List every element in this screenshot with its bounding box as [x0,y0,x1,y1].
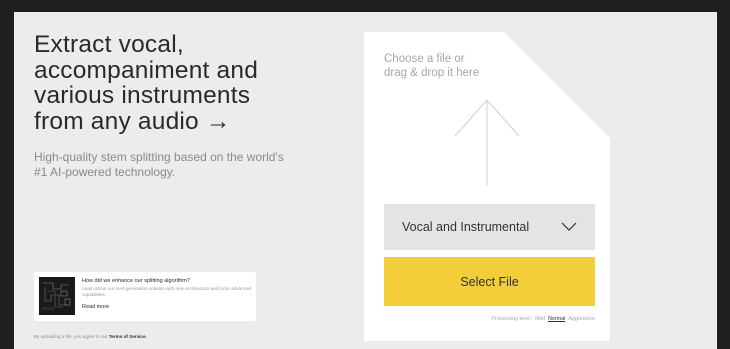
promo-title: How did we enhance our splitting algorit… [82,278,190,284]
promo-card[interactable]: How did we enhance our splitting algorit… [34,272,256,321]
prompt-line: Choose a file or [384,53,465,65]
select-file-button[interactable]: Select File [384,257,595,306]
separation-type-select[interactable]: Vocal and Instrumental [384,204,595,250]
arrow-up-icon [454,99,520,186]
hero-subtitle: High-quality stem splitting based on the… [34,150,284,179]
headline-line: from any audio → [34,107,231,135]
article-thumbnail-icon [39,277,75,315]
terms-prefix: By uploading a file, you agree to our [34,334,108,339]
terms-notice: By uploading a file, you agree to our Te… [34,334,147,339]
level-option-mild[interactable]: Mild [535,316,545,322]
headline-line: accompaniment and [34,56,259,84]
level-option-normal[interactable]: Normal [548,316,565,322]
read-more-link[interactable]: Read more [82,304,109,310]
level-option-aggressive[interactable]: Aggressive [568,316,595,322]
processing-level-label: Processing level: [491,316,533,322]
page-frame: Extract vocal, accompaniment and various… [14,12,717,349]
terms-of-service-link[interactable]: Terms of Service. [109,334,147,339]
separation-type-value: Vocal and Instrumental [402,220,530,234]
processing-level-selector: Processing level: Mild Normal Aggressive [491,316,595,322]
drop-zone-prompt: Choose a file or drag & drop it here [384,52,524,80]
chevron-down-icon [561,222,577,231]
headline-line: various instruments [34,82,251,109]
hero-headline: Extract vocal, accompaniment and various… [34,32,364,134]
prompt-line: drag & drop it here [384,67,480,79]
upload-card[interactable]: Choose a file or drag & drop it here Voc… [364,32,610,341]
headline-line: Extract vocal, [34,31,184,58]
promo-description: Learn about our next-generation solution… [82,286,252,297]
